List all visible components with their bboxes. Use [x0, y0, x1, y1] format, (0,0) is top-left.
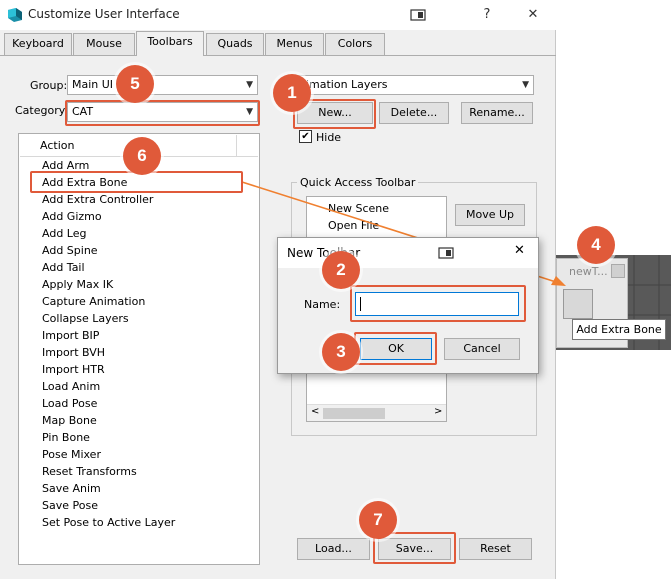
dialog-close-button[interactable]: ✕: [514, 243, 525, 258]
list-item[interactable]: Import BVH: [42, 344, 105, 361]
floating-toolbar-title: newT...: [569, 265, 608, 278]
step-badge-1: 1: [273, 74, 311, 112]
list-item[interactable]: Set Pose to Active Layer: [42, 514, 175, 531]
list-item[interactable]: Add Tail: [42, 259, 85, 276]
rename-toolbar-button[interactable]: Rename...: [461, 102, 533, 124]
window-title: Customize User Interface: [28, 7, 180, 21]
load-button[interactable]: Load...: [297, 538, 370, 560]
delete-toolbar-button[interactable]: Delete...: [379, 102, 449, 124]
list-item[interactable]: New Scene: [328, 202, 389, 215]
list-item[interactable]: Add Leg: [42, 225, 86, 242]
quick-access-title: Quick Access Toolbar: [297, 176, 419, 189]
list-item[interactable]: Capture Animation: [42, 293, 145, 310]
column-divider: [236, 135, 237, 157]
tab-toolbars[interactable]: Toolbars: [136, 31, 204, 56]
list-item[interactable]: Pose Mixer: [42, 446, 101, 463]
list-item[interactable]: Open File: [328, 219, 379, 232]
highlight-category: [65, 100, 260, 126]
category-label: Category:: [15, 104, 69, 117]
reset-button[interactable]: Reset: [459, 538, 532, 560]
list-item[interactable]: Load Anim: [42, 378, 100, 395]
toolbar-select[interactable]: nimation Layers ▼: [294, 75, 534, 95]
tooltip: Add Extra Bone: [572, 319, 666, 340]
dock-icon[interactable]: [410, 9, 426, 21]
help-button[interactable]: ?: [476, 4, 498, 26]
list-item[interactable]: Save Pose: [42, 497, 98, 514]
cancel-button[interactable]: Cancel: [444, 338, 520, 360]
close-button[interactable]: ✕: [522, 4, 544, 26]
window-titlebar: Customize User Interface ? ✕: [0, 0, 556, 30]
step-badge-5: 5: [116, 65, 154, 103]
tab-keyboard[interactable]: Keyboard: [4, 33, 72, 55]
chevron-down-icon: ▼: [522, 80, 529, 90]
group-select-value: Main UI: [72, 78, 114, 91]
scroll-right-icon[interactable]: >: [434, 406, 442, 417]
list-item[interactable]: Add Gizmo: [42, 208, 102, 225]
dialog-titlebar: New Toolbar ✕: [278, 238, 538, 268]
step-badge-3: 3: [322, 333, 360, 371]
list-item[interactable]: Collapse Layers: [42, 310, 129, 327]
chevron-down-icon: ▼: [246, 80, 253, 90]
horizontal-scrollbar[interactable]: < >: [307, 404, 446, 421]
group-label: Group:: [30, 79, 68, 92]
list-item[interactable]: Reset Transforms: [42, 463, 137, 480]
highlight-ok-button: [354, 332, 437, 365]
scroll-left-icon[interactable]: <: [311, 406, 319, 417]
tab-mouse[interactable]: Mouse: [73, 33, 135, 55]
step-badge-4: 4: [577, 226, 615, 264]
tab-quads[interactable]: Quads: [206, 33, 264, 55]
list-item[interactable]: Map Bone: [42, 412, 97, 429]
list-item[interactable]: Save Anim: [42, 480, 101, 497]
move-up-button[interactable]: Move Up: [455, 204, 525, 226]
highlight-name-input: [350, 285, 526, 322]
list-item[interactable]: Import BIP: [42, 327, 99, 344]
step-badge-2: 2: [322, 251, 360, 289]
action-column-header[interactable]: Action: [40, 139, 74, 152]
scrollbar-thumb[interactable]: [323, 408, 385, 419]
hide-checkbox[interactable]: ✔: [299, 130, 312, 143]
list-item[interactable]: Import HTR: [42, 361, 105, 378]
hide-label: Hide: [316, 131, 342, 144]
3ds-max-logo-icon: [8, 8, 22, 22]
add-extra-bone-toolbar-button[interactable]: [563, 289, 593, 319]
tab-colors[interactable]: Colors: [325, 33, 385, 55]
list-item[interactable]: Apply Max IK: [42, 276, 113, 293]
list-item[interactable]: Load Pose: [42, 395, 97, 412]
list-item[interactable]: Add Spine: [42, 242, 98, 259]
floating-toolbar-close[interactable]: [611, 264, 625, 278]
list-item[interactable]: Add Extra Controller: [42, 191, 153, 208]
step-badge-7: 7: [359, 501, 397, 539]
toolbar-select-value: nimation Layers: [299, 78, 388, 91]
name-label: Name:: [304, 298, 341, 311]
group-select[interactable]: Main UI ▼: [67, 75, 258, 95]
list-item[interactable]: Pin Bone: [42, 429, 90, 446]
tab-menus[interactable]: Menus: [265, 33, 324, 55]
dock-icon[interactable]: [438, 247, 454, 259]
step-badge-6: 6: [123, 137, 161, 175]
